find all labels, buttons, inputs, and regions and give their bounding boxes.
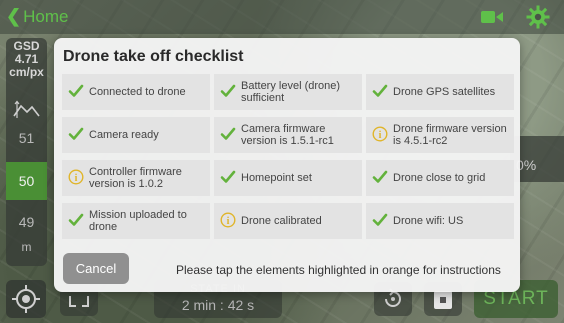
checklist-item[interactable]: Homepoint set bbox=[214, 160, 362, 196]
checklist-item-label: Drone GPS satellites bbox=[393, 86, 496, 98]
locate-button[interactable] bbox=[6, 280, 46, 318]
checkmark-icon bbox=[372, 213, 388, 226]
dialog-title: Drone take off checklist bbox=[63, 48, 244, 65]
gear-icon[interactable] bbox=[526, 5, 550, 29]
altitude-option[interactable]: 51 bbox=[6, 130, 47, 146]
checklist-item-label: Drone wifi: US bbox=[393, 215, 464, 227]
checklist-item[interactable]: i Drone firmware version is 4.5.1-rc2 bbox=[366, 117, 514, 153]
checklist-item-label: Controller firmware version is 1.0.2 bbox=[89, 166, 182, 190]
checkmark-icon bbox=[372, 84, 388, 97]
checkmark-icon bbox=[220, 170, 236, 183]
checklist-item[interactable]: Connected to drone bbox=[62, 74, 210, 110]
crosshair-icon bbox=[12, 285, 40, 313]
home-button[interactable]: ❮ Home bbox=[6, 6, 68, 27]
checklist-item[interactable]: i Controller firmware version is 1.0.2 bbox=[62, 160, 210, 196]
top-bar: ❮ Home bbox=[0, 0, 564, 34]
video-camera-icon[interactable] bbox=[481, 10, 503, 24]
checklist-item-label: Battery level (drone) sufficient bbox=[241, 80, 341, 104]
checklist-item-label: Camera ready bbox=[89, 129, 159, 141]
checklist-item[interactable]: Drone GPS satellites bbox=[366, 74, 514, 110]
checklist-item[interactable]: Camera ready bbox=[62, 117, 210, 153]
instruction-text: Please tap the elements highlighted in o… bbox=[176, 263, 501, 277]
checklist-item-label: Homepoint set bbox=[241, 172, 312, 184]
checklist-item-label: Mission uploaded to drone bbox=[89, 209, 187, 233]
svg-text:i: i bbox=[75, 173, 78, 184]
checklist-item-label: Drone close to grid bbox=[393, 172, 486, 184]
checkmark-icon bbox=[68, 213, 84, 226]
chevron-left-icon: ❮ bbox=[6, 6, 22, 26]
altitude-panel: GSD 4.71 cm/px 51 50 49 m bbox=[6, 38, 47, 266]
checklist-item[interactable]: i Drone calibrated bbox=[214, 203, 362, 239]
svg-text:i: i bbox=[227, 216, 230, 227]
home-label: Home bbox=[23, 7, 69, 26]
checkmark-icon bbox=[68, 84, 84, 97]
checkmark-icon bbox=[220, 127, 236, 140]
checklist-grid: Connected to drone Battery level (drone) … bbox=[62, 72, 514, 240]
gsd-readout: GSD 4.71 cm/px bbox=[6, 40, 47, 79]
flight-time-value: 2 min : 42 s bbox=[181, 297, 255, 313]
checklist-item-label: Connected to drone bbox=[89, 86, 186, 98]
checklist-item-label: Drone firmware version is 4.5.1-rc2 bbox=[393, 123, 507, 147]
cancel-button[interactable]: Cancel bbox=[63, 253, 129, 284]
altitude-option-selected[interactable]: 50 bbox=[6, 162, 47, 200]
altitude-unit: m bbox=[21, 240, 32, 254]
checklist-item-label: Camera firmware version is 1.5.1-rc1 bbox=[241, 123, 334, 147]
svg-text:i: i bbox=[379, 130, 382, 141]
checklist-item[interactable]: Drone wifi: US bbox=[366, 203, 514, 239]
checkmark-icon bbox=[220, 84, 236, 97]
info-icon: i bbox=[220, 212, 236, 228]
checklist-item[interactable]: Camera firmware version is 1.5.1-rc1 bbox=[214, 117, 362, 153]
checklist-item[interactable]: Drone close to grid bbox=[366, 160, 514, 196]
checklist-item-label: Drone calibrated bbox=[241, 215, 322, 227]
checkmark-icon bbox=[372, 170, 388, 183]
checkmark-icon bbox=[68, 127, 84, 140]
info-icon: i bbox=[372, 126, 388, 142]
takeoff-checklist-dialog: Drone take off checklist Connected to dr… bbox=[54, 38, 520, 292]
checklist-item[interactable]: Battery level (drone) sufficient bbox=[214, 74, 362, 110]
altitude-option[interactable]: 49 bbox=[6, 214, 47, 230]
info-icon: i bbox=[68, 169, 84, 185]
checklist-item[interactable]: Mission uploaded to drone bbox=[62, 203, 210, 239]
altitude-icon bbox=[13, 100, 40, 118]
gsd-unit: cm/px bbox=[9, 65, 44, 79]
